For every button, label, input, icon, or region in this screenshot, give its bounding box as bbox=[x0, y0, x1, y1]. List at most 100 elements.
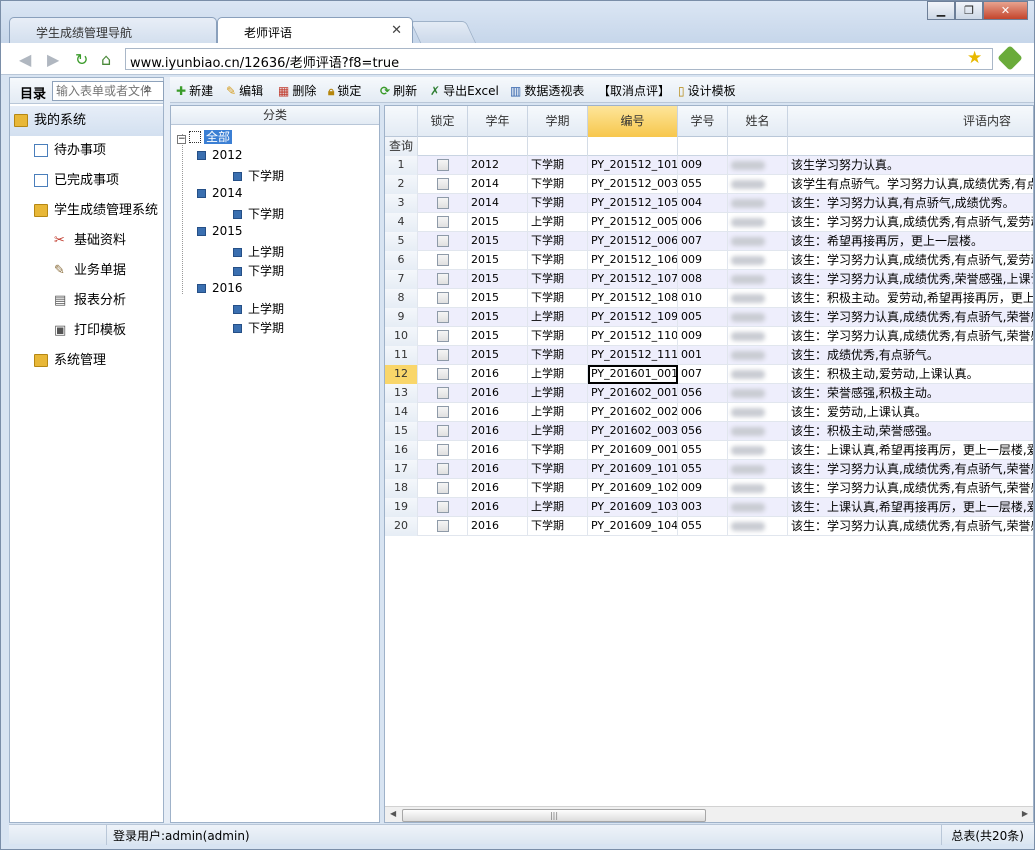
student-id-cell[interactable]: 006 bbox=[678, 403, 728, 422]
comment-cell[interactable]: 该生：上课认真,希望再接再厉，更上一层楼,爱劳动。 bbox=[788, 441, 1033, 460]
lock-checkbox[interactable] bbox=[437, 482, 449, 494]
tab-teacher-comments[interactable]: 老师评语 ✕ bbox=[217, 17, 413, 43]
year-cell[interactable]: 2016 bbox=[468, 403, 528, 422]
table-row[interactable]: 4 2015 上学期 PY_201512_005 006 该生：学习努力认真,成绩优秀,有… bbox=[385, 213, 1033, 232]
table-row[interactable]: 9 2015 上学期 PY_201512_109 005 该生：学习努力认真,成绩优秀,有… bbox=[385, 308, 1033, 327]
comment-cell[interactable]: 该生：学习努力认真,成绩优秀,有点骄气,荣誉感强。 bbox=[788, 517, 1033, 536]
student-id-cell[interactable]: 003 bbox=[678, 498, 728, 517]
comment-cell[interactable]: 该生：荣誉感强,积极主动。 bbox=[788, 384, 1033, 403]
year-cell[interactable]: 2012 bbox=[468, 156, 528, 175]
term-cell[interactable]: 上学期 bbox=[528, 308, 588, 327]
tree-node-year[interactable]: 2015 bbox=[197, 224, 243, 238]
lock-checkbox[interactable] bbox=[437, 425, 449, 437]
name-cell[interactable] bbox=[728, 156, 788, 175]
name-cell[interactable] bbox=[728, 498, 788, 517]
name-cell[interactable] bbox=[728, 441, 788, 460]
sidebar-item-print-templates[interactable]: ▣ 打印模板 bbox=[10, 316, 163, 346]
student-id-cell[interactable]: 008 bbox=[678, 270, 728, 289]
close-tab-icon[interactable]: ✕ bbox=[391, 23, 402, 38]
lock-checkbox-cell[interactable] bbox=[418, 327, 468, 346]
lock-button[interactable]: 🔒︎ 锁定 bbox=[328, 82, 361, 99]
lock-checkbox-cell[interactable] bbox=[418, 289, 468, 308]
year-cell[interactable]: 2015 bbox=[468, 289, 528, 308]
column-header-term[interactable]: 学期 bbox=[528, 106, 588, 137]
sidebar-item-my-system[interactable]: 我的系统 bbox=[10, 106, 163, 136]
table-row[interactable]: 5 2015 下学期 PY_201512_006 007 该生：希望再接再厉，更上一层楼。 bbox=[385, 232, 1033, 251]
export-excel-button[interactable]: ✗ 导出Excel bbox=[430, 82, 499, 99]
term-cell[interactable]: 上学期 bbox=[528, 384, 588, 403]
term-cell[interactable]: 上学期 bbox=[528, 403, 588, 422]
lock-checkbox-cell[interactable] bbox=[418, 270, 468, 289]
lock-checkbox-cell[interactable] bbox=[418, 384, 468, 403]
student-id-cell[interactable]: 055 bbox=[678, 517, 728, 536]
student-id-cell[interactable]: 005 bbox=[678, 308, 728, 327]
year-cell[interactable]: 2015 bbox=[468, 232, 528, 251]
address-input[interactable]: www.iyunbiao.cn/12636/老师评语?f8=true bbox=[125, 48, 993, 71]
query-filter-student-id[interactable] bbox=[678, 137, 728, 156]
term-cell[interactable]: 下学期 bbox=[528, 194, 588, 213]
edit-button[interactable]: ✎ 编辑 bbox=[226, 82, 263, 99]
lock-checkbox-cell[interactable] bbox=[418, 232, 468, 251]
year-cell[interactable]: 2015 bbox=[468, 327, 528, 346]
sidebar-item-todo[interactable]: 待办事项 bbox=[10, 136, 163, 166]
year-cell[interactable]: 2016 bbox=[468, 365, 528, 384]
table-row[interactable]: 15 2016 上学期 PY_201602_003 056 该生：积极主动,荣誉感强。 bbox=[385, 422, 1033, 441]
code-cell[interactable]: PY_201602_003 bbox=[588, 422, 678, 441]
name-cell[interactable] bbox=[728, 270, 788, 289]
column-header-student-id[interactable]: 学号 bbox=[678, 106, 728, 137]
code-cell[interactable]: PY_201512_107 bbox=[588, 270, 678, 289]
term-cell[interactable]: 上学期 bbox=[528, 422, 588, 441]
comment-cell[interactable]: 该生：爱劳动,上课认真。 bbox=[788, 403, 1033, 422]
tree-node-year[interactable]: 2016 bbox=[197, 281, 243, 295]
lock-checkbox-cell[interactable] bbox=[418, 403, 468, 422]
sidebar-item-done[interactable]: 已完成事项 bbox=[10, 166, 163, 196]
student-id-cell[interactable]: 004 bbox=[678, 194, 728, 213]
lock-checkbox[interactable] bbox=[437, 235, 449, 247]
name-cell[interactable] bbox=[728, 365, 788, 384]
comment-cell[interactable]: 该生：学习努力认真,成绩优秀,有点骄气,爱劳动。 bbox=[788, 251, 1033, 270]
year-cell[interactable]: 2015 bbox=[468, 308, 528, 327]
lock-checkbox[interactable] bbox=[437, 292, 449, 304]
year-cell[interactable]: 2016 bbox=[468, 479, 528, 498]
lock-checkbox[interactable] bbox=[437, 273, 449, 285]
lock-checkbox[interactable] bbox=[437, 197, 449, 209]
lock-checkbox-cell[interactable] bbox=[418, 441, 468, 460]
lock-checkbox-cell[interactable] bbox=[418, 308, 468, 327]
tree-node-term[interactable]: 下学期 bbox=[233, 262, 284, 279]
delete-button[interactable]: ▦ 删除 bbox=[278, 82, 316, 99]
lock-checkbox-cell[interactable] bbox=[418, 194, 468, 213]
back-icon[interactable]: ◀ bbox=[19, 50, 31, 69]
comment-cell[interactable]: 该生：学习努力认真,成绩优秀,荣誉感强,上课认真。 bbox=[788, 270, 1033, 289]
name-cell[interactable] bbox=[728, 194, 788, 213]
close-window-button[interactable]: ✕ bbox=[983, 1, 1028, 20]
tree-node-year[interactable]: 2012 bbox=[197, 148, 243, 162]
year-cell[interactable]: 2015 bbox=[468, 213, 528, 232]
lock-checkbox[interactable] bbox=[437, 216, 449, 228]
student-id-cell[interactable]: 009 bbox=[678, 479, 728, 498]
lock-checkbox[interactable] bbox=[437, 330, 449, 342]
column-header-lock[interactable]: 锁定 bbox=[418, 106, 468, 137]
tree-node-term[interactable]: 下学期 bbox=[233, 167, 284, 184]
code-cell[interactable]: PY_201512_006 bbox=[588, 232, 678, 251]
table-row[interactable]: 8 2015 下学期 PY_201512_108 010 该生：积极主动。爱劳动,希望再接… bbox=[385, 289, 1033, 308]
table-row[interactable]: 14 2016 上学期 PY_201602_002 006 该生：爱劳动,上课认真。 bbox=[385, 403, 1033, 422]
term-cell[interactable]: 下学期 bbox=[528, 517, 588, 536]
lock-checkbox[interactable] bbox=[437, 444, 449, 456]
code-cell[interactable]: PY_201512_108 bbox=[588, 289, 678, 308]
code-cell[interactable]: PY_201609_103 bbox=[588, 498, 678, 517]
column-header-comment[interactable]: 评语内容 bbox=[788, 106, 1033, 137]
lock-checkbox-cell[interactable] bbox=[418, 460, 468, 479]
lock-checkbox[interactable] bbox=[437, 159, 449, 171]
year-cell[interactable]: 2016 bbox=[468, 517, 528, 536]
table-row[interactable]: 17 2016 下学期 PY_201609_101 055 该生：学习努力认真,成绩优秀,… bbox=[385, 460, 1033, 479]
comment-cell[interactable]: 该生：学习努力认真,成绩优秀,有点骄气,荣誉感强。 bbox=[788, 479, 1033, 498]
year-cell[interactable]: 2014 bbox=[468, 175, 528, 194]
name-cell[interactable] bbox=[728, 213, 788, 232]
year-cell[interactable]: 2015 bbox=[468, 270, 528, 289]
extension-icon[interactable] bbox=[997, 45, 1023, 71]
student-id-cell[interactable]: 006 bbox=[678, 213, 728, 232]
code-cell[interactable]: PY_201609_102 bbox=[588, 479, 678, 498]
term-cell[interactable]: 下学期 bbox=[528, 327, 588, 346]
name-cell[interactable] bbox=[728, 232, 788, 251]
name-cell[interactable] bbox=[728, 403, 788, 422]
